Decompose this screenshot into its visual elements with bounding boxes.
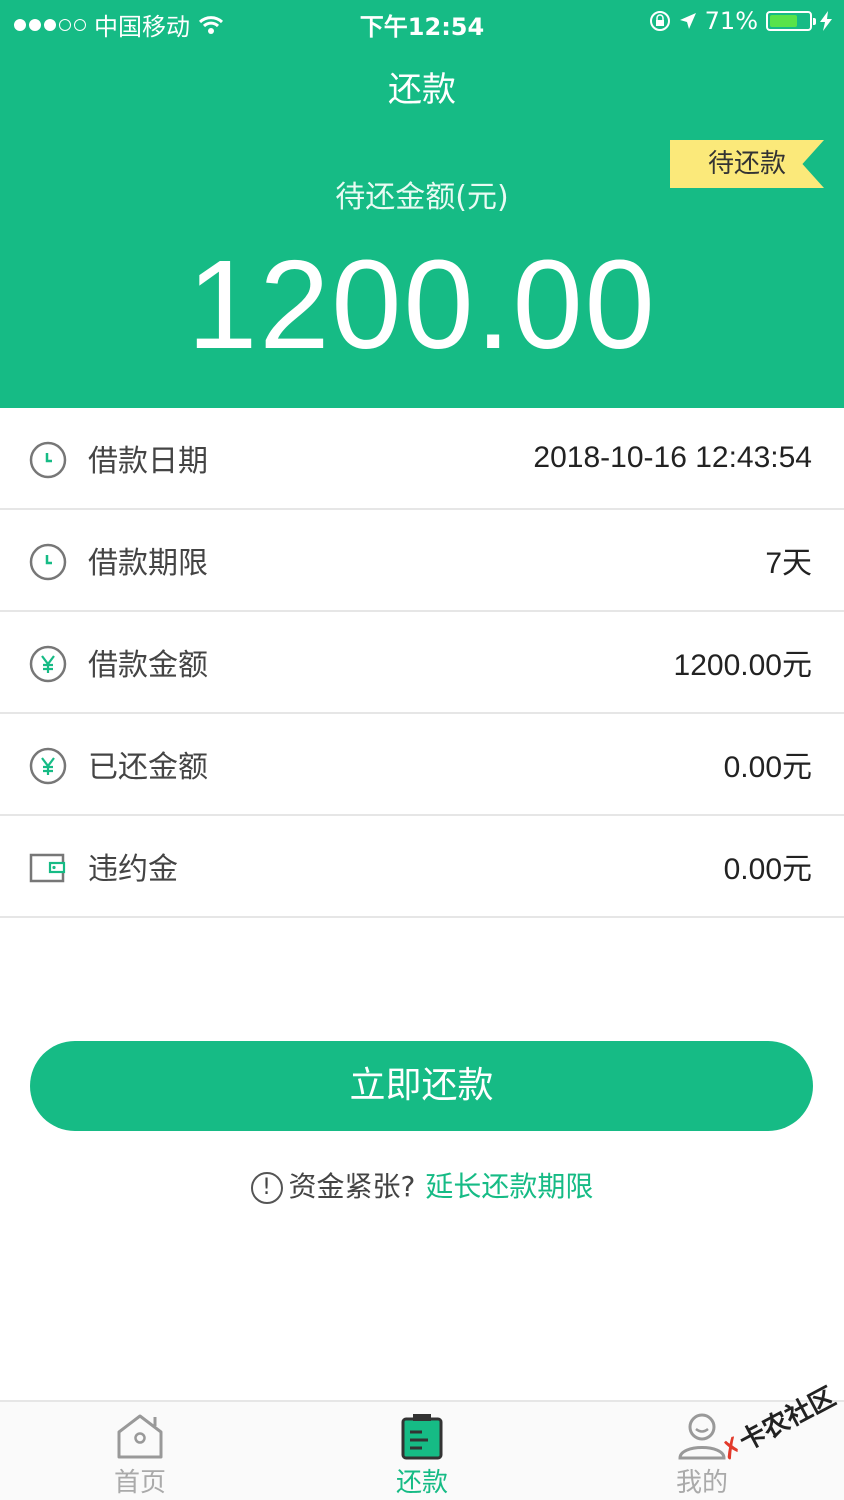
- charging-bolt-icon: [820, 11, 832, 31]
- repay-now-button[interactable]: 立即还款: [30, 1041, 813, 1131]
- tab-repay[interactable]: 还款: [352, 1412, 492, 1499]
- extend-hint: ! 资金紧张? 延长还款期限: [0, 1165, 844, 1205]
- clock-icon: [29, 543, 67, 581]
- detail-label: 违约金: [88, 852, 178, 887]
- info-icon: !: [250, 1172, 283, 1204]
- orientation-lock-icon: [649, 11, 670, 31]
- tab-home[interactable]: 首页: [70, 1412, 210, 1499]
- detail-value: 7天: [765, 547, 812, 580]
- header: 中国移动 下午12:54 71% 还款 待还款 待还金额(元) 1200.00: [0, 0, 844, 408]
- detail-row-loan-term: 借款期限 7天: [0, 510, 844, 612]
- detail-row-loan-amount: 借款金额 1200.00元: [0, 612, 844, 714]
- tab-label: 还款: [395, 1468, 448, 1498]
- yen-icon: [29, 645, 67, 683]
- detail-value: 2018-10-16 12:43:54: [533, 441, 812, 474]
- detail-value: 0.00元: [723, 751, 812, 784]
- outstanding-amount: 1200.00: [187, 234, 657, 375]
- outstanding-amount-label: 待还金额(元): [335, 180, 509, 215]
- tab-label: 首页: [113, 1468, 166, 1498]
- location-arrow-icon: [679, 13, 696, 29]
- bill-icon: [401, 1414, 443, 1460]
- detail-value: 1200.00元: [673, 649, 812, 682]
- bottom-tab-bar: 首页 还款 我的: [0, 1400, 844, 1500]
- wallet-icon: [29, 853, 66, 883]
- tab-label: 我的: [675, 1468, 728, 1498]
- detail-row-repaid-amount: 已还金额 0.00元: [0, 714, 844, 816]
- detail-label: 已还金额: [88, 750, 208, 785]
- detail-label: 借款日期: [88, 444, 208, 479]
- clock-icon: [29, 441, 67, 479]
- page-title: 还款: [388, 70, 456, 110]
- detail-value: 0.00元: [723, 853, 812, 886]
- detail-row-loan-date: 借款日期 2018-10-16 12:43:54: [0, 408, 844, 510]
- home-icon: [117, 1414, 163, 1459]
- extend-term-link[interactable]: 延长还款期限: [425, 1170, 593, 1203]
- hint-text: 资金紧张?: [288, 1170, 416, 1203]
- battery-icon: [766, 11, 816, 31]
- detail-label: 借款金额: [88, 648, 208, 683]
- yen-icon: [29, 747, 67, 785]
- loan-details-list: 借款日期 2018-10-16 12:43:54 借款期限 7天 借款金额 12…: [0, 408, 844, 918]
- detail-label: 借款期限: [88, 546, 208, 581]
- battery-level-fill: [770, 15, 797, 27]
- status-bar: 中国移动 下午12:54 71%: [0, 0, 844, 42]
- detail-row-penalty: 违约金 0.00元: [0, 816, 844, 918]
- battery-percent: 71%: [704, 7, 758, 35]
